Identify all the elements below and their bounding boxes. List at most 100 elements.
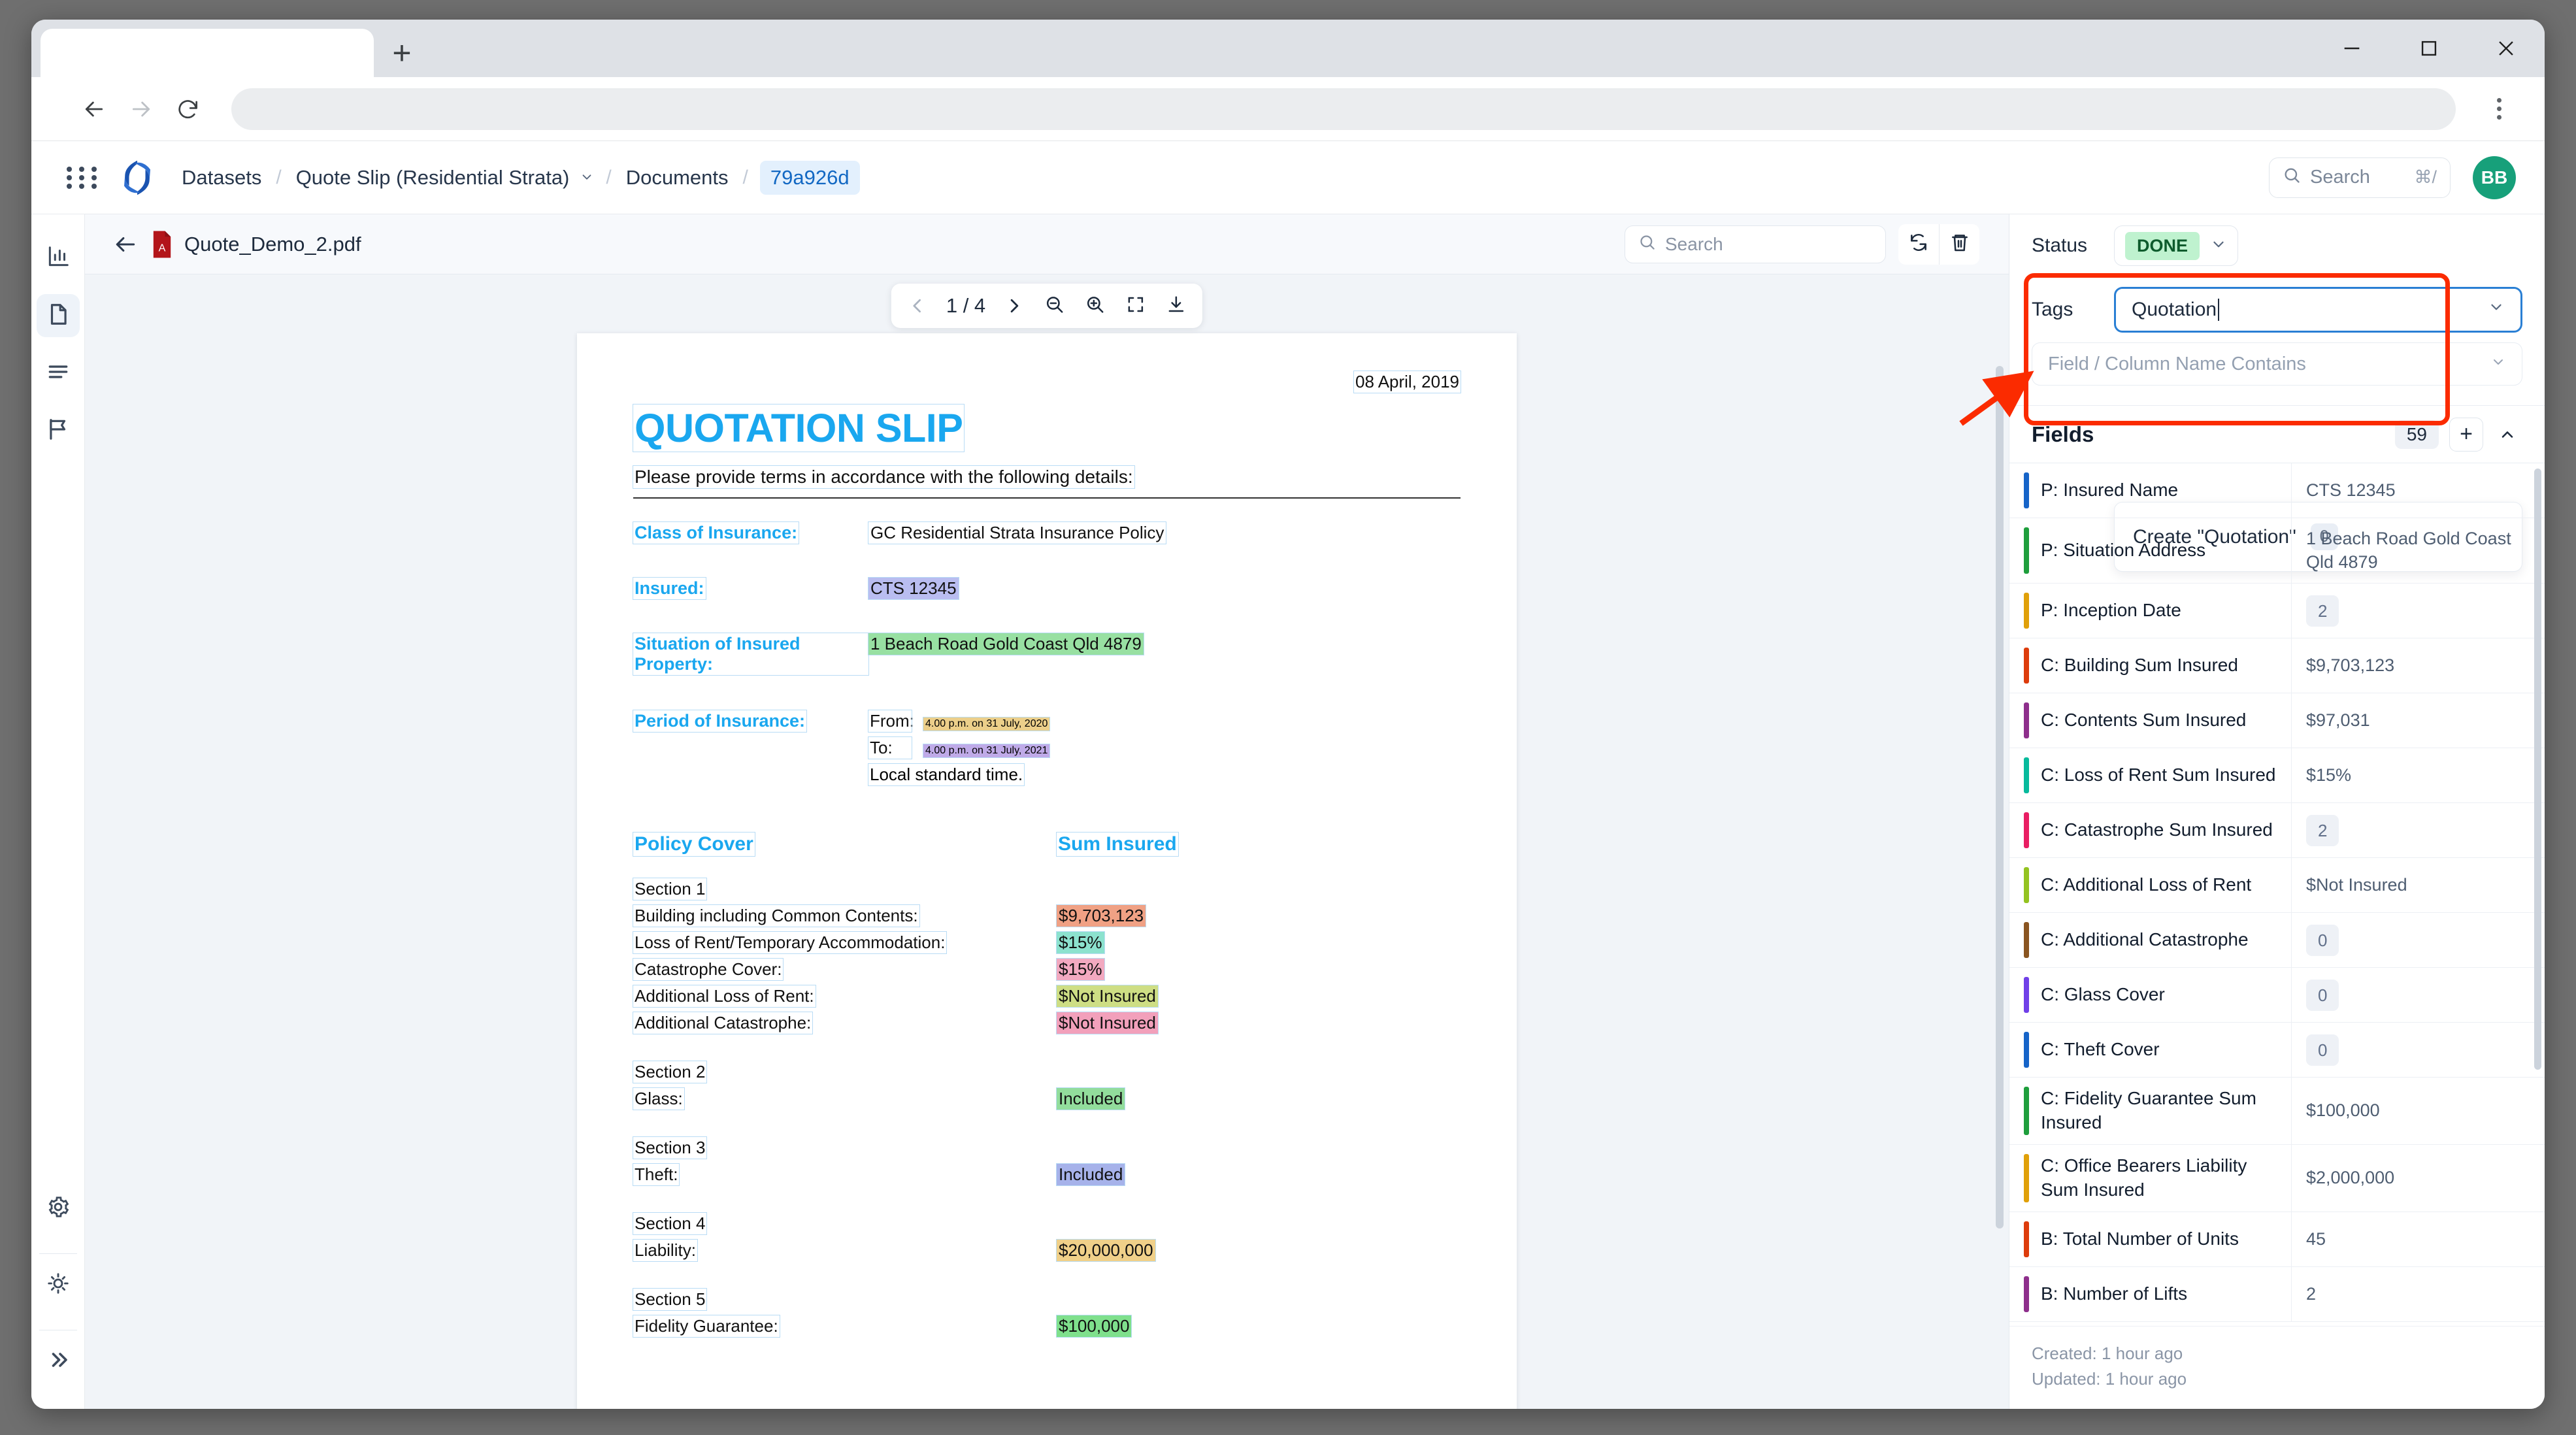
refresh-icon [1908,232,1929,256]
breadcrumb-item-dataset[interactable]: Quote Slip (Residential Strata) [293,162,572,193]
fields-title: Fields [2032,422,2094,447]
breadcrumb-separator: / [606,167,611,189]
field-row[interactable]: C: Additional Loss of Rent$Not Insured [2009,858,2545,913]
field-row[interactable]: C: Office Bearers Liability Sum Insured$… [2009,1145,2545,1212]
pdf-cover-row: Additional Loss of Rent:$Not Insured [633,985,1461,1007]
zoom-in-icon [1085,294,1106,318]
refresh-button[interactable] [1898,224,1939,265]
pdf-page: 08 April, 2019 QUOTATION SLIP Please pro… [577,333,1517,1409]
grid-apps-icon[interactable] [67,161,101,195]
field-row[interactable]: B: Number of Lifts2 [2009,1267,2545,1322]
chevron-down-icon[interactable] [580,166,594,190]
new-tab-button[interactable]: + [374,29,430,77]
panel-footer: Created: 1 hour ago Updated: 1 hour ago [2009,1326,2545,1409]
brightness-sun-icon [46,1272,70,1298]
field-row[interactable]: B: Total Number of Units45 [2009,1212,2545,1267]
chevron-down-icon[interactable] [2488,299,2505,321]
field-filter-input[interactable]: Field / Column Name Contains [2032,342,2522,386]
close-button[interactable] [2468,20,2545,77]
tags-row: Tags Quotation [2009,277,2545,342]
field-value: 1 Beach Road Gold Coast Qld 4879 [2306,527,2530,574]
chevron-down-icon[interactable] [2490,354,2506,375]
document-header: A Quote_Demo_2.pdf Search [85,214,2009,274]
field-row[interactable]: P: Insured NameCTS 12345 [2009,463,2545,518]
field-row[interactable]: C: Theft Cover 0 [2009,1023,2545,1078]
browser-window: + [31,20,2545,1409]
pdf-scrollbar[interactable] [1996,366,2004,1229]
pdf-section-title: Section 2 [633,1061,706,1083]
rail-item-analytics[interactable] [37,237,80,280]
fields-list[interactable]: P: Insured NameCTS 12345 P: Situation Ad… [2009,463,2545,1326]
search-icon [2283,166,2301,190]
pdf-zoom-out-button[interactable] [1036,288,1073,324]
address-bar[interactable] [231,88,2456,130]
pdf-cover-value: $15% [1057,932,1104,953]
field-color-bar [2024,648,2029,684]
field-row[interactable]: P: Inception Date2 [2009,584,2545,638]
pdf-fullscreen-button[interactable] [1117,288,1154,324]
collapse-fields-button[interactable] [2492,420,2522,450]
field-row[interactable]: P: Situation Address1 Beach Road Gold Co… [2009,518,2545,584]
pdf-file-icon: A [150,230,174,259]
field-value: 0 [2306,980,2339,1011]
back-arrow-icon[interactable] [71,86,118,133]
field-color-bar [2024,702,2029,738]
delete-button[interactable] [1939,224,1979,265]
field-value: 0 [2306,1034,2339,1066]
breadcrumb-item-document-id[interactable]: 79a926d [760,161,860,195]
rail-item-theme[interactable] [37,1263,80,1306]
pdf-date-line: 08 April, 2019 [633,371,1461,393]
pdf-cover-label: Additional Catastrophe: [633,1012,812,1034]
reload-icon[interactable] [165,86,212,133]
pdf-download-button[interactable] [1158,288,1195,324]
pdf-cover-label: Catastrophe Cover: [633,959,783,980]
field-row[interactable]: C: Catastrophe Sum Insured2 [2009,803,2545,858]
forward-arrow-icon[interactable] [118,86,165,133]
breadcrumb-item-datasets[interactable]: Datasets [179,162,264,193]
breadcrumb-item-documents[interactable]: Documents [623,162,731,193]
pdf-cover-label: Fidelity Guarantee: [633,1315,780,1337]
desktop-background: + [0,0,2576,1435]
text-caret [2218,299,2219,321]
add-field-button[interactable]: + [2449,418,2483,452]
pdf-period-note-row: Local standard time. [868,764,1049,785]
pdf-cover-row: Theft:Included [633,1164,1461,1185]
document-search-input[interactable]: Search [1625,225,1886,263]
pdf-divider [633,497,1461,499]
pdf-zoom-in-button[interactable] [1077,288,1114,324]
field-name: C: Theft Cover [2041,1038,2160,1062]
field-row[interactable]: C: Contents Sum Insured$97,031 [2009,693,2545,748]
pdf-page-indicator: 1 / 4 [940,294,992,318]
rail-item-documents[interactable] [37,294,80,337]
pdf-title: QUOTATION SLIP [633,404,964,452]
pdf-next-page-button[interactable] [996,288,1032,324]
pdf-subtitle: Please provide terms in accordance with … [633,466,1134,488]
status-badge: DONE [2125,232,2200,260]
minimize-button[interactable] [2313,20,2390,77]
status-select[interactable]: DONE [2114,225,2238,266]
details-panel: Status DONE Tags Quotation [2009,214,2545,1409]
field-row[interactable]: C: Additional Catastrophe0 [2009,913,2545,968]
rail-item-expand[interactable] [37,1340,80,1383]
rail-item-settings[interactable] [37,1187,80,1230]
pdf-prev-page-button[interactable] [899,288,936,324]
maximize-button[interactable] [2390,20,2468,77]
avatar[interactable]: BB [2473,156,2516,199]
brand-logo-icon[interactable] [118,158,157,197]
field-name: C: Fidelity Guarantee Sum Insured [2041,1087,2279,1135]
global-search-input[interactable]: Search ⌘/ [2269,157,2451,198]
pdf-cover-row: Building including Common Contents:$9,70… [633,905,1461,927]
pdf-period-to: To: 4.00 p.m. on 31 July, 2021 [868,737,1049,759]
tags-input[interactable]: Quotation [2114,287,2522,333]
fields-scrollbar[interactable] [2534,469,2541,1070]
kebab-menu-icon[interactable] [2475,86,2522,133]
rail-item-flags[interactable] [37,409,80,452]
rail-item-lists[interactable] [37,352,80,395]
field-row[interactable]: C: Fidelity Guarantee Sum Insured$100,00… [2009,1078,2545,1145]
field-row[interactable]: C: Building Sum Insured$9,703,123 [2009,638,2545,693]
document-filename: Quote_Demo_2.pdf [184,233,361,256]
field-row[interactable]: C: Glass Cover0 [2009,968,2545,1023]
field-row[interactable]: C: Loss of Rent Sum Insured$15% [2009,748,2545,803]
browser-tab[interactable] [41,29,374,77]
document-back-button[interactable] [107,226,144,263]
